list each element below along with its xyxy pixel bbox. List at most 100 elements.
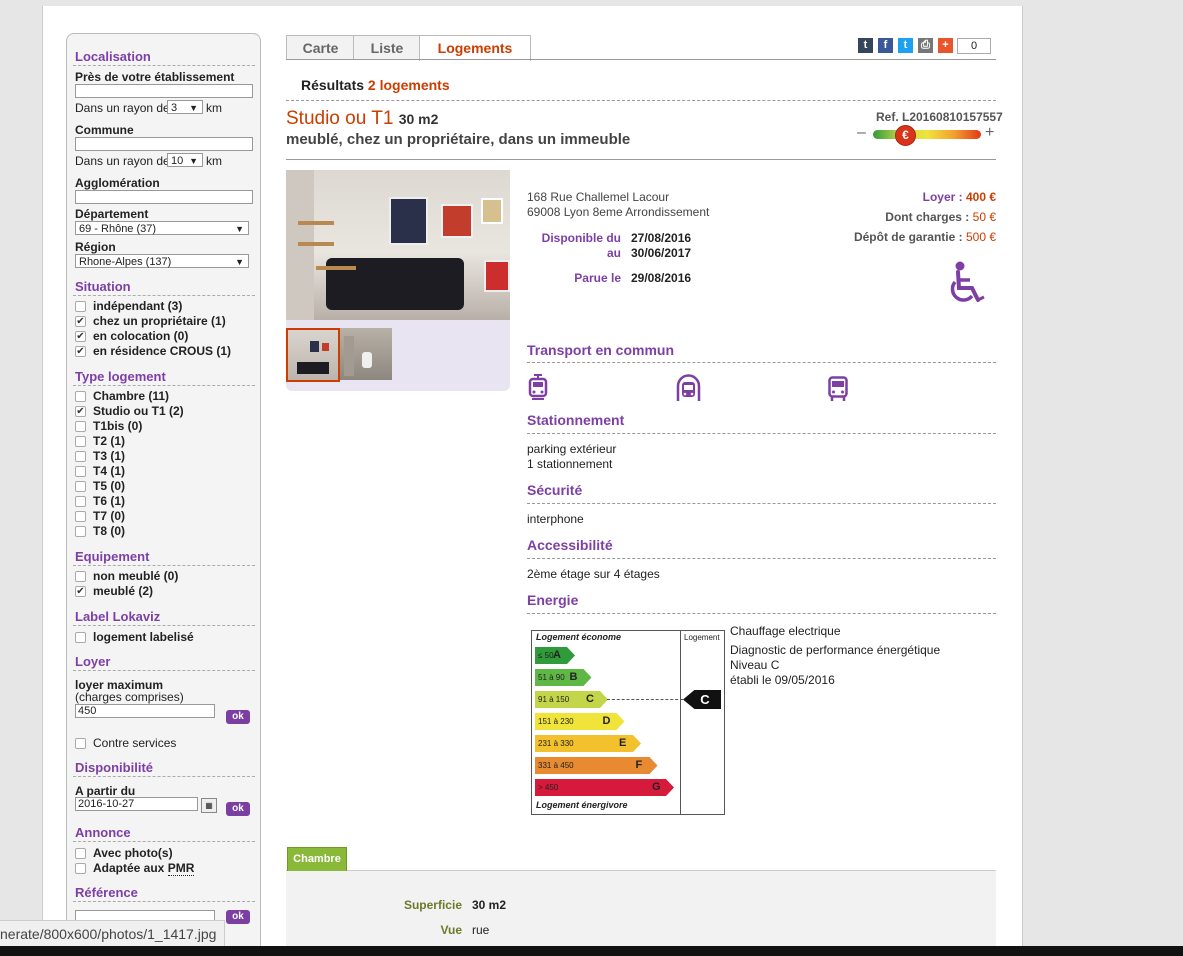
- commune-input[interactable]: [75, 137, 253, 151]
- reference-heading: Référence: [75, 885, 138, 900]
- tram-icon: [528, 374, 548, 400]
- thumb-toilet: [362, 352, 372, 368]
- type-checkbox-0[interactable]: [75, 391, 86, 402]
- parue-label: Parue le: [574, 271, 621, 285]
- type-label-2: T1bis (0): [93, 419, 143, 433]
- price-meter-minus[interactable]: –: [857, 124, 866, 142]
- situation-checkbox-1[interactable]: ✔: [75, 316, 86, 327]
- date-ok-button[interactable]: ok: [226, 802, 250, 816]
- print-icon[interactable]: ⎙: [918, 38, 933, 53]
- equipement-label-1: meublé (2): [93, 584, 154, 598]
- type-checkbox-4[interactable]: [75, 451, 86, 462]
- photos-checkbox[interactable]: [75, 848, 86, 859]
- situation-checkbox-3[interactable]: ✔: [75, 346, 86, 357]
- energy-bar-g: > 450 G: [535, 779, 674, 796]
- thumb-frame: [322, 343, 329, 351]
- twitter-icon[interactable]: t: [898, 38, 913, 53]
- type-checkbox-2[interactable]: [75, 421, 86, 432]
- taskbar-edge: [0, 946, 1183, 956]
- thumbnail-2[interactable]: [340, 328, 392, 380]
- type-label-1: Studio ou T1 (2): [93, 404, 184, 418]
- results-summary: Résultats 2 logements: [301, 77, 450, 93]
- type-checkbox-7[interactable]: [75, 496, 86, 507]
- departement-select[interactable]: 69 - Rhône (37) ▼: [75, 221, 249, 235]
- agglomeration-input[interactable]: [75, 190, 253, 204]
- situation-checkbox-0[interactable]: [75, 301, 86, 312]
- type-checkbox-6[interactable]: [75, 481, 86, 492]
- equipement-checkbox-1[interactable]: ✔: [75, 586, 86, 597]
- photo-shelf: [316, 266, 356, 270]
- type-checkbox-5[interactable]: [75, 466, 86, 477]
- energy-letter: D: [602, 715, 611, 727]
- energy-range: 51 à 90: [538, 673, 565, 682]
- address-line-1: 168 Rue Challemel Lacour: [527, 190, 670, 204]
- radius-select-2[interactable]: 10 ▼: [167, 153, 203, 167]
- situation-checkbox-2[interactable]: ✔: [75, 331, 86, 342]
- etablissement-input[interactable]: [75, 84, 253, 98]
- type-checkbox-3[interactable]: [75, 436, 86, 447]
- dispo-label: Disponible du: [541, 231, 621, 245]
- tab-underline: [286, 59, 996, 60]
- bus-icon: [828, 376, 848, 401]
- divider: [73, 385, 255, 386]
- filter-sidebar: Localisation Près de votre établissement…: [66, 33, 261, 948]
- divider: [73, 295, 255, 296]
- depot-row: Dépôt de garantie : 500 €: [780, 230, 996, 244]
- energy-letter: F: [635, 759, 643, 771]
- type-label-8: T7 (0): [93, 509, 126, 523]
- region-select[interactable]: Rhone-Alpes (137) ▼: [75, 254, 249, 268]
- contre-services-checkbox[interactable]: [75, 738, 86, 749]
- type-label-9: T8 (0): [93, 524, 126, 538]
- facebook-icon[interactable]: f: [878, 38, 893, 53]
- type-label-3: T2 (1): [93, 434, 126, 448]
- listing-type: Studio ou T1: [286, 108, 394, 129]
- vue-label: Vue: [440, 923, 462, 937]
- energy-letter: A: [553, 649, 561, 661]
- type-checkbox-8[interactable]: [75, 511, 86, 522]
- energy-indicator-line: [607, 699, 683, 700]
- labelise-checkbox[interactable]: [75, 632, 86, 643]
- situation-label-1: chez un propriétaire (1): [93, 314, 226, 328]
- type-label-6: T5 (0): [93, 479, 126, 493]
- energy-range: > 450: [538, 783, 559, 792]
- energy-bar-e: 231 à 330 E: [535, 735, 641, 752]
- au-label: au: [606, 246, 621, 260]
- results-count: 2 logements: [367, 77, 450, 93]
- tab-carte[interactable]: Carte: [286, 35, 355, 60]
- thumbnail-1[interactable]: [286, 328, 340, 382]
- energy-range: 151 à 230: [538, 717, 574, 726]
- tumblr-icon[interactable]: t: [858, 38, 873, 53]
- securite-heading: Sécurité: [527, 482, 583, 498]
- divider: [73, 776, 255, 777]
- energy-divider: [680, 630, 681, 814]
- pmr-checkbox[interactable]: [75, 863, 86, 874]
- charges-note: (charges comprises): [75, 690, 184, 704]
- radius-select[interactable]: 3 ▼: [167, 100, 203, 114]
- tab-liste[interactable]: Liste: [353, 35, 421, 60]
- loyer-row: Loyer : 400 €: [780, 190, 996, 204]
- tab-logements[interactable]: Logements: [419, 35, 531, 61]
- energy-range: 91 à 150: [538, 695, 570, 704]
- calendar-icon[interactable]: ▦: [201, 798, 217, 813]
- region-value: Rhone-Alpes (137): [79, 256, 172, 268]
- equipement-checkbox-0[interactable]: [75, 571, 86, 582]
- plus-icon[interactable]: +: [938, 38, 953, 53]
- type-label-0: Chambre (11): [93, 389, 170, 403]
- thumb-poster: [310, 341, 319, 352]
- loyer-ok-button[interactable]: ok: [226, 710, 250, 724]
- contre-services-label: Contre services: [93, 736, 177, 750]
- tab-chambre[interactable]: Chambre: [287, 847, 347, 871]
- divider: [73, 565, 255, 566]
- type-heading: Type logement: [75, 369, 166, 384]
- price-meter-plus[interactable]: +: [985, 124, 994, 142]
- type-checkbox-1[interactable]: ✔: [75, 406, 86, 417]
- type-checkbox-9[interactable]: [75, 526, 86, 537]
- loyer-input[interactable]: 450: [75, 704, 215, 718]
- euro-icon: €: [895, 125, 916, 146]
- main-photo[interactable]: [286, 170, 510, 320]
- superficie-value: 30 m2: [472, 898, 507, 912]
- dpe-date: établi le 09/05/2016: [730, 673, 835, 687]
- departement-label: Département: [75, 207, 149, 221]
- date-input[interactable]: 2016-10-27: [75, 797, 198, 811]
- reference-ok-button[interactable]: ok: [226, 910, 250, 924]
